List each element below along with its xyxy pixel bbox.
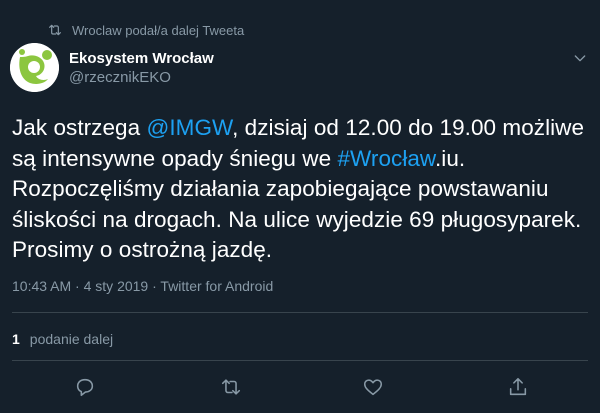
retweet-text: Wroclaw podał/a dalej Tweeta	[72, 22, 245, 38]
tweet-text-part: Jak ostrzega	[12, 115, 147, 140]
mention-link[interactable]: @IMGW	[146, 115, 232, 140]
divider	[12, 312, 588, 313]
author-handle[interactable]: @rzecznikEKO	[69, 68, 214, 87]
chevron-down-icon[interactable]	[572, 50, 588, 66]
avatar[interactable]	[10, 43, 59, 92]
tweet-text: Jak ostrzega @IMGW, dzisiaj od 12.00 do …	[12, 113, 592, 266]
ekosystem-logo	[10, 43, 59, 92]
like-heart-icon[interactable]	[362, 376, 384, 398]
retweet-count: 1	[12, 331, 20, 347]
retweet-count-label: podanie dalej	[29, 331, 114, 347]
retweet-indicator[interactable]: Wroclaw podał/a dalej Tweeta	[47, 22, 244, 38]
divider	[12, 360, 588, 361]
tweet-time[interactable]: 10:43 AM	[12, 278, 71, 294]
share-icon[interactable]	[507, 376, 529, 398]
author-display-name[interactable]: Ekosystem Wrocław	[69, 49, 214, 68]
tweet-meta: 10:43 AM · 4 sty 2019 · Twitter for Andr…	[12, 278, 273, 294]
hashtag-link[interactable]: #Wrocław	[337, 146, 435, 171]
retweet-icon[interactable]	[220, 376, 242, 398]
meta-separator: ·	[148, 278, 161, 294]
tweet-source[interactable]: Twitter for Android	[160, 278, 273, 294]
retweet-icon	[49, 24, 61, 36]
retweet-stats[interactable]: 1 podanie dalej	[12, 331, 113, 347]
reply-icon[interactable]	[74, 376, 96, 398]
action-bar	[0, 376, 600, 400]
meta-separator: ·	[71, 278, 84, 294]
tweet-date[interactable]: 4 sty 2019	[84, 278, 149, 294]
